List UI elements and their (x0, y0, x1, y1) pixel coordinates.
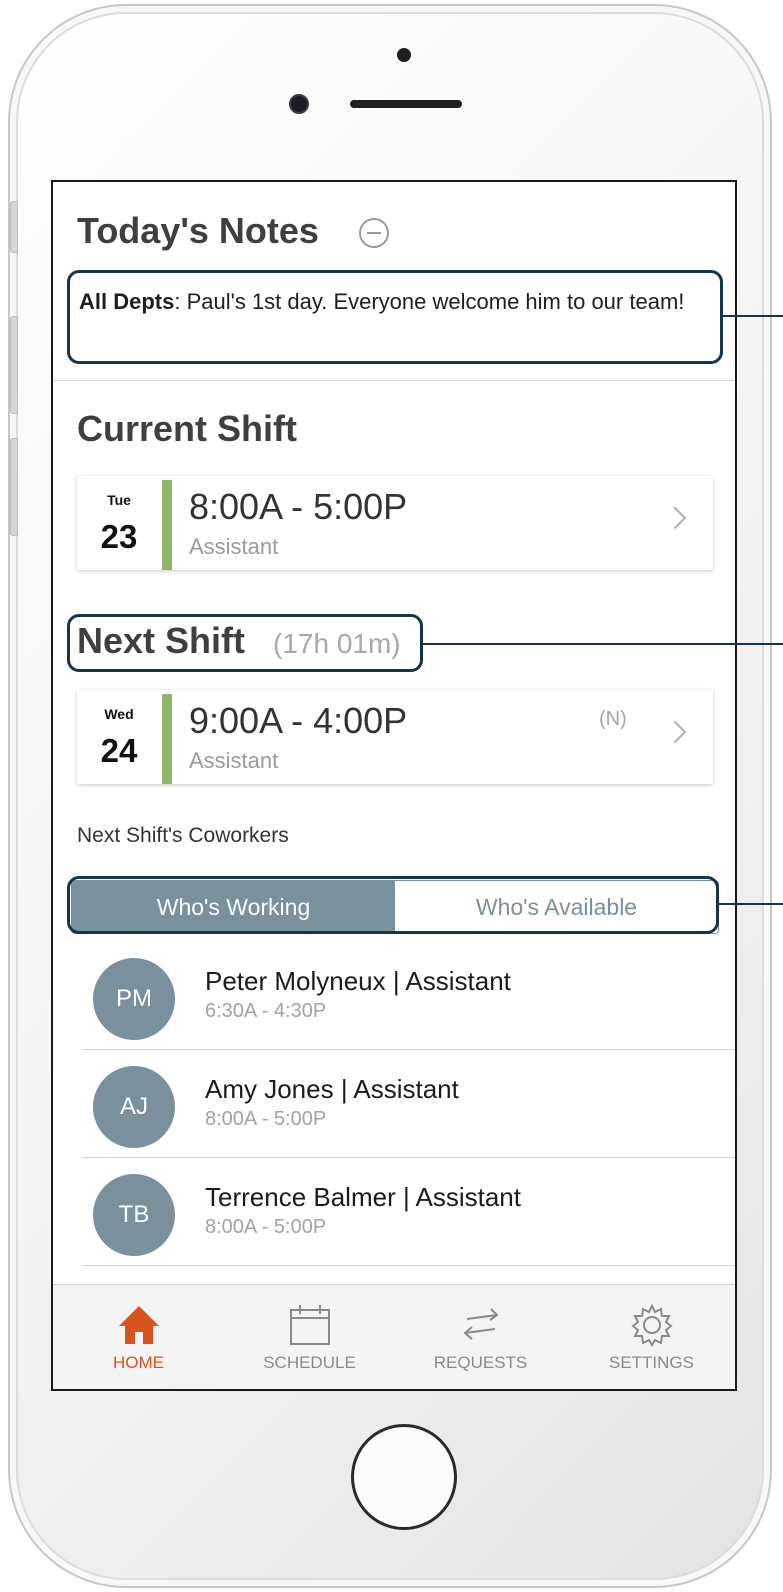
tab-label: HOME (113, 1353, 164, 1372)
earpiece-speaker (350, 100, 462, 108)
chevron-right-icon (663, 506, 687, 530)
shift-weekday: Wed (104, 706, 134, 722)
avatar: TB (93, 1174, 175, 1256)
home-icon (119, 1306, 159, 1344)
shift-status-bar (162, 480, 172, 570)
shift-role: Assistant (189, 748, 279, 773)
shift-time: 9:00A - 4:00P (189, 700, 408, 741)
notes-callout-line (723, 315, 783, 317)
chevron-right-icon (663, 720, 687, 744)
divider (53, 380, 735, 381)
avatar: AJ (93, 1066, 175, 1148)
coworker-time: 8:00A - 5:00P (205, 1216, 327, 1238)
coworkers-label: Next Shift's Coworkers (77, 824, 289, 847)
next-shift-card[interactable]: Wed 24 9:00A - 4:00P Assistant (N) (77, 690, 713, 784)
divider (83, 1265, 735, 1266)
shift-day-number: 23 (100, 518, 138, 555)
gear-icon (631, 1303, 673, 1347)
mute-switch (10, 201, 18, 253)
home-button[interactable] (351, 1424, 457, 1530)
current-shift-title: Current Shift (77, 408, 297, 449)
tab-label: SETTINGS (608, 1353, 694, 1372)
bottom-tab-bar: HOME SCHEDULE REQUESTS SETTINGS (53, 1284, 735, 1389)
tab-schedule[interactable]: SCHEDULE (224, 1285, 395, 1389)
shift-time: 8:00A - 5:00P (189, 486, 408, 527)
coworker-time: 6:30A - 4:30P (205, 1000, 327, 1022)
coworkers-tabs-callout-line (719, 903, 783, 905)
coworker-name: Terrence Balmer | Assistant (205, 1182, 521, 1212)
list-item[interactable]: TB Terrence Balmer | Assistant 8:00A - 5… (83, 1158, 735, 1266)
current-shift-card[interactable]: Tue 23 8:00A - 5:00P Assistant (77, 476, 713, 570)
swap-arrows-icon (463, 1308, 499, 1340)
shift-role: Assistant (189, 534, 279, 559)
volume-down-button (10, 438, 18, 536)
tab-label: SCHEDULE (263, 1353, 356, 1372)
shift-flag: (N) (599, 708, 627, 730)
coworkers-tabs-callout-box (67, 876, 719, 934)
coworker-name: Amy Jones | Assistant (205, 1074, 459, 1104)
tab-label: REQUESTS (433, 1353, 528, 1372)
collapse-minus-icon[interactable] (359, 218, 389, 248)
next-shift-callout-line (423, 643, 783, 645)
tab-settings[interactable]: SETTINGS (566, 1285, 735, 1389)
list-item[interactable]: AJ Amy Jones | Assistant 8:00A - 5:00P (83, 1050, 735, 1158)
front-camera (289, 94, 309, 114)
notes-callout-box (67, 270, 723, 364)
proximity-sensor (397, 48, 411, 62)
shift-day-number: 24 (100, 732, 138, 769)
volume-up-button (10, 316, 18, 414)
tab-requests[interactable]: REQUESTS (395, 1285, 566, 1389)
avatar: PM (93, 958, 175, 1040)
list-item[interactable]: PM Peter Molyneux | Assistant 6:30A - 4:… (83, 942, 735, 1050)
notes-title: Today's Notes (77, 210, 319, 251)
coworker-name: Peter Molyneux | Assistant (205, 966, 511, 996)
calendar-icon (290, 1305, 330, 1345)
tab-home[interactable]: HOME (53, 1285, 224, 1389)
shift-weekday: Tue (107, 492, 131, 508)
coworker-time: 8:00A - 5:00P (205, 1108, 327, 1130)
shift-status-bar (162, 694, 172, 784)
next-shift-callout-box (67, 614, 423, 672)
